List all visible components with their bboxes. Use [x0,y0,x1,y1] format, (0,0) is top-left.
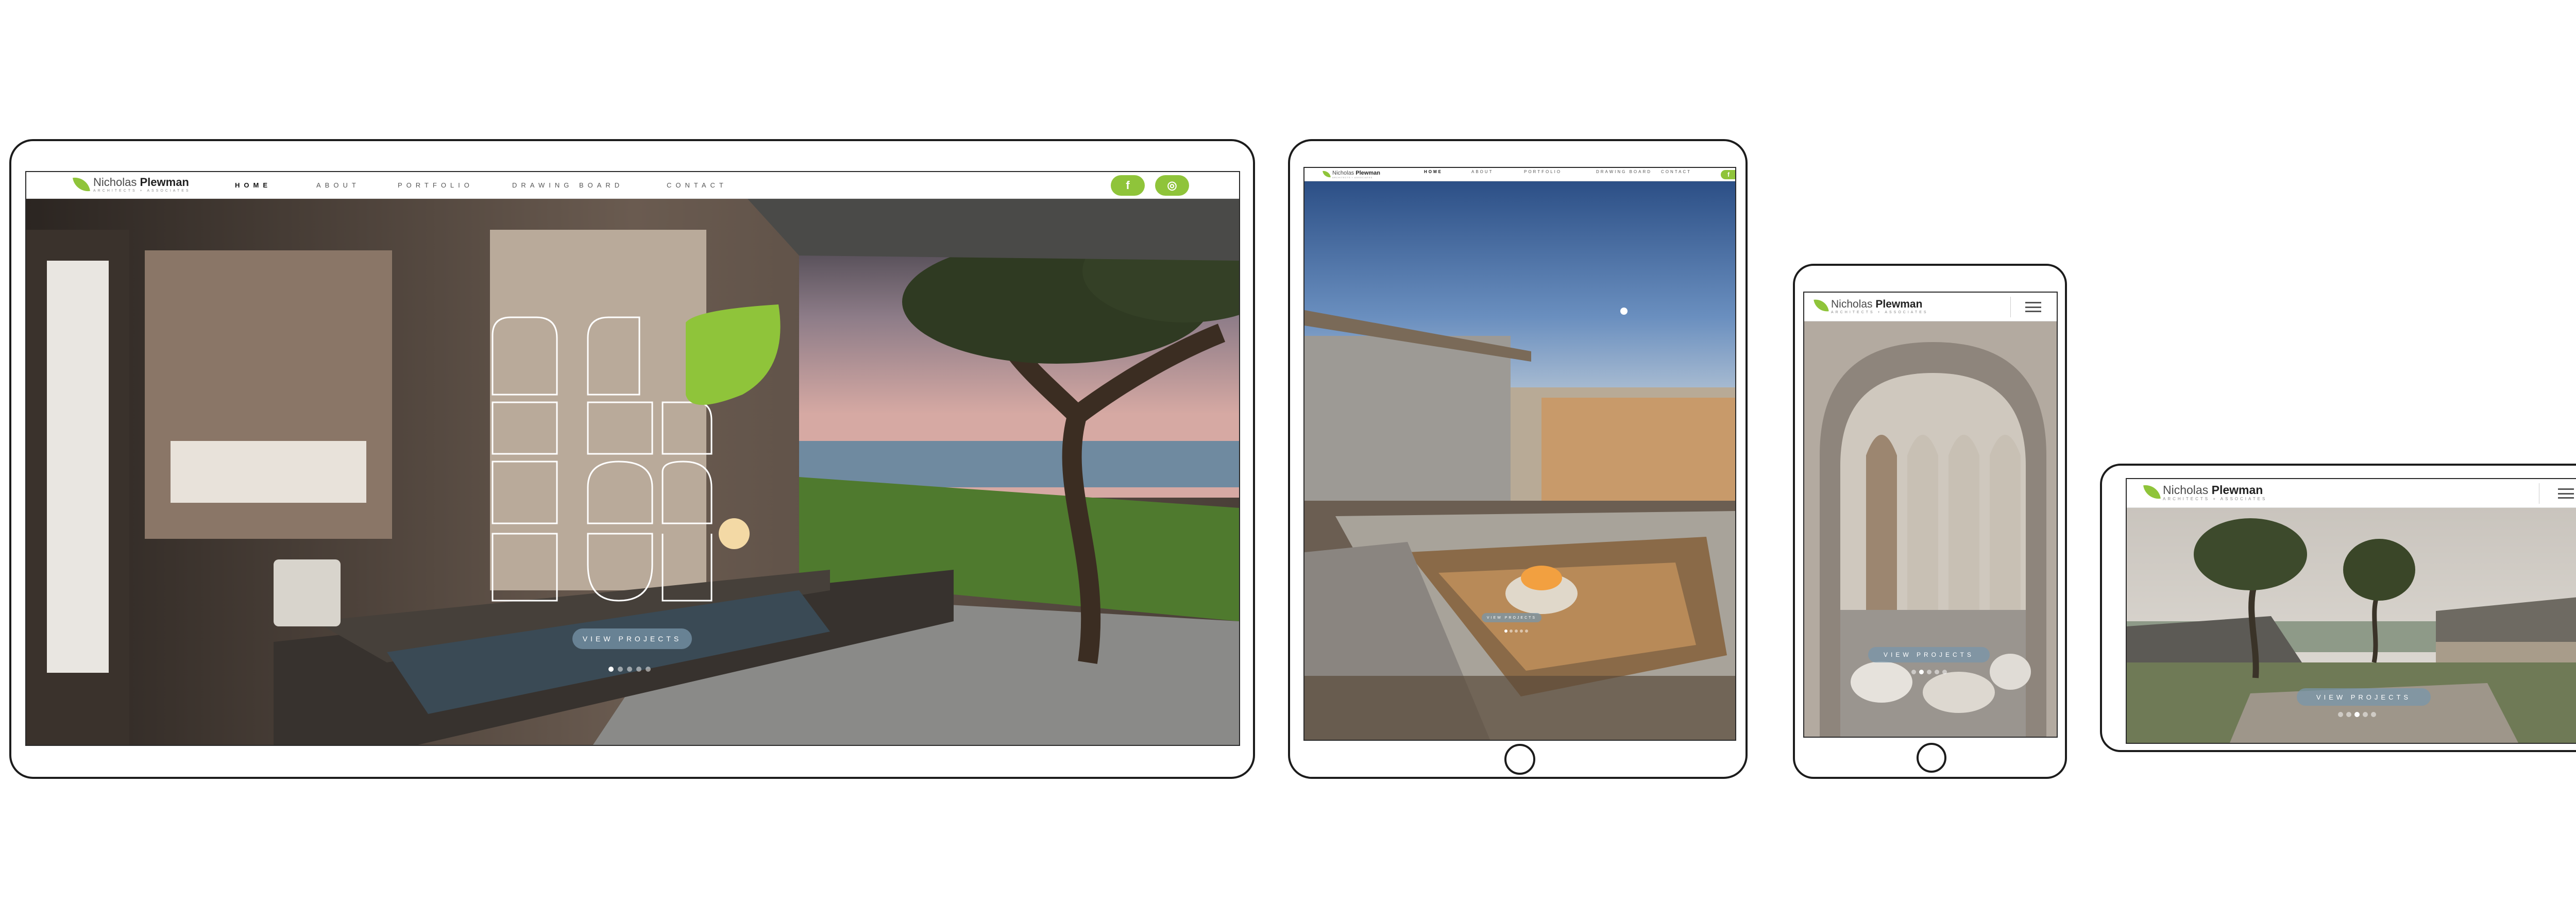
slider-dot[interactable] [627,667,632,672]
slider-dot[interactable] [1525,629,1528,633]
nav-about[interactable]: ABOUT [316,181,398,189]
brand-last-name: Plewman [1355,170,1380,176]
facebook-icon[interactable]: f [1721,170,1735,179]
slider-dot[interactable] [2346,712,2351,717]
desktop-header: Nicholas Plewman ARCHITECTS + ASSOCIATES… [26,172,1239,199]
hero-image-arches [1804,321,2057,737]
slider-dot[interactable] [1515,629,1518,633]
slider-dot[interactable] [2338,712,2343,717]
phone-portrait-hero-slide: VIEW PROJECTS [1804,321,2057,737]
tablet-header: Nicholas Plewman ARCHITECTS + ASSOCIATES… [1304,168,1735,181]
slider-dot[interactable] [1510,629,1513,633]
phone-portrait-home-button[interactable] [1917,743,1946,773]
desktop-logo[interactable]: Nicholas Plewman ARCHITECTS + ASSOCIATES [73,176,191,193]
brand-first-name: Nicholas [2163,483,2209,497]
nav-drawing-board[interactable]: DRAWING BOARD [1596,169,1661,174]
desktop-social-links: f ◎ [1111,175,1189,196]
nav-contact[interactable]: CONTACT [1661,169,1707,174]
brand-tagline: ARCHITECTS + ASSOCIATES [93,189,191,193]
tablet-logo[interactable]: Nicholas Plewman ARCHITECTS + ASSOCIATES [1323,170,1380,179]
slider-dot[interactable] [2354,712,2360,717]
facebook-icon[interactable]: f [1111,175,1145,196]
phone-portrait-screen: Nicholas Plewman ARCHITECTS + ASSOCIATES [1803,292,2058,738]
view-projects-button[interactable]: VIEW PROJECTS [2297,688,2431,706]
desktop-screen: Nicholas Plewman ARCHITECTS + ASSOCIATES… [25,171,1240,746]
slider-dot[interactable] [1927,670,1931,674]
nav-about[interactable]: ABOUT [1471,169,1524,174]
slider-dot[interactable] [1935,670,1939,674]
leaf-logo-icon [73,176,90,193]
phone-landscape-logo[interactable]: Nicholas Plewman ARCHITECTS + ASSOCIATES [2143,483,2267,501]
hamburger-menu-icon[interactable] [2010,297,2057,317]
phone-landscape-hero-slide: VIEW PROJECTS [2127,508,2576,743]
nav-home[interactable]: HOME [235,181,316,189]
slider-dot[interactable] [1942,670,1947,674]
tablet-device-frame: Nicholas Plewman ARCHITECTS + ASSOCIATES… [1288,139,1748,779]
tablet-home-button[interactable] [1504,744,1535,775]
phone-landscape-slider-dots [2338,712,2376,717]
brand-last-name: Plewman [140,176,189,189]
brand-first-name: Nicholas [93,176,137,189]
nav-contact[interactable]: CONTACT [667,181,739,189]
leaf-logo-icon [1323,170,1331,178]
view-projects-button[interactable]: VIEW PROJECTS [1868,647,1990,662]
slider-dot[interactable] [636,667,641,672]
nav-portfolio[interactable]: PORTFOLIO [398,181,512,189]
hero-image-bathroom [26,199,1239,745]
brand-tagline: ARCHITECTS + ASSOCIATES [1332,176,1373,179]
slider-dot[interactable] [646,667,651,672]
slider-dot[interactable] [2371,712,2376,717]
brand-last-name: Plewman [2211,483,2263,497]
view-projects-button[interactable]: VIEW PROJECTS [572,628,692,649]
leaf-logo-icon [1814,298,1829,313]
tablet-screen: Nicholas Plewman ARCHITECTS + ASSOCIATES… [1303,167,1736,741]
phone-landscape-header: Nicholas Plewman ARCHITECTS + ASSOCIATES [2127,479,2576,508]
phone-portrait-header: Nicholas Plewman ARCHITECTS + ASSOCIATES [1804,293,2057,321]
brand-first-name: Nicholas [1831,298,1873,310]
slider-dot[interactable] [1919,670,1924,674]
instagram-icon[interactable]: ◎ [1155,175,1189,196]
nav-portfolio[interactable]: PORTFOLIO [1524,169,1596,174]
tablet-nav-menu: HOME ABOUT PORTFOLIO DRAWING BOARD CONTA… [1424,169,1707,174]
hero-image-courtyard [1304,181,1735,740]
desktop-slider-dots [608,667,651,672]
tablet-hero-slide: VIEW PROJECTS [1304,181,1735,740]
slider-dot[interactable] [1911,670,1916,674]
phone-portrait-device-frame: Nicholas Plewman ARCHITECTS + ASSOCIATES [1793,264,2067,779]
slider-dot[interactable] [608,667,614,672]
hero-image-landscape-house [2127,508,2576,743]
desktop-hero-slide: VIEW PROJECTS [26,199,1239,745]
leaf-logo-icon [2143,483,2161,501]
brand-tagline: ARCHITECTS + ASSOCIATES [2163,497,2267,501]
slider-dot[interactable] [1504,629,1507,633]
phone-landscape-device-frame: Nicholas Plewman ARCHITECTS + ASSOCIATES [2100,464,2576,752]
desktop-device-frame: Nicholas Plewman ARCHITECTS + ASSOCIATES… [9,139,1255,779]
slider-dot[interactable] [1520,629,1523,633]
hamburger-menu-icon[interactable] [2539,483,2576,504]
slider-dot[interactable] [2363,712,2368,717]
desktop-nav-menu: HOME ABOUT PORTFOLIO DRAWING BOARD CONTA… [235,181,739,189]
view-projects-button[interactable]: VIEW PROJECTS [1482,613,1541,622]
phone-portrait-logo[interactable]: Nicholas Plewman ARCHITECTS + ASSOCIATES [1814,298,1928,314]
tablet-slider-dots [1504,629,1528,633]
slider-dot[interactable] [618,667,623,672]
phone-landscape-screen: Nicholas Plewman ARCHITECTS + ASSOCIATES [2126,478,2576,744]
nav-drawing-board[interactable]: DRAWING BOARD [512,181,667,189]
nav-home[interactable]: HOME [1424,169,1471,174]
brand-tagline: ARCHITECTS + ASSOCIATES [1831,311,1928,314]
brand-last-name: Plewman [1875,298,1923,310]
phone-portrait-slider-dots [1911,670,1947,674]
brand-first-name: Nicholas [1332,170,1354,176]
